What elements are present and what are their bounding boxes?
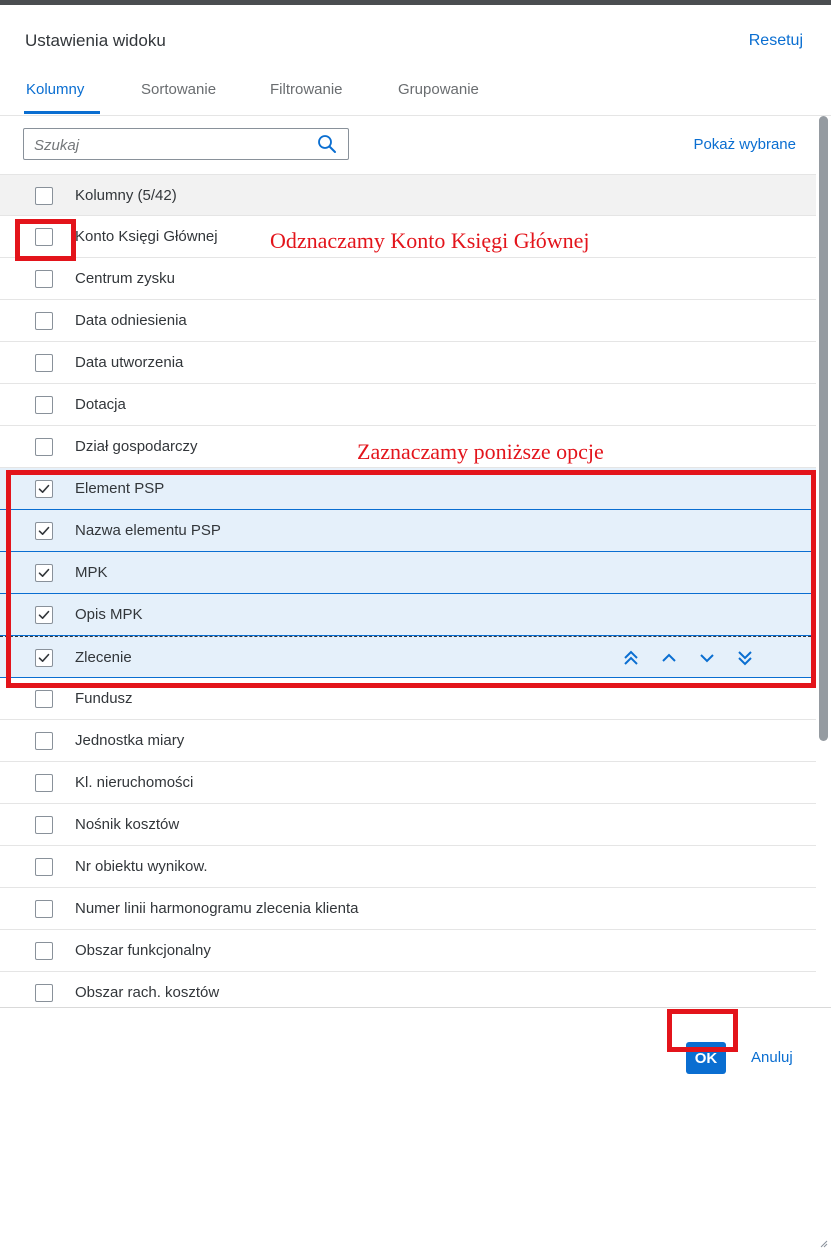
column-label: Centrum zysku	[75, 270, 176, 287]
list-item[interactable]: Nośnik kosztów	[0, 804, 816, 846]
column-label: Nazwa elementu PSP	[75, 522, 221, 539]
tab-sorting[interactable]: Sortowanie	[141, 81, 216, 98]
column-label: Obszar rach. kosztów	[75, 984, 220, 1001]
column-label: Obszar funkcjonalny	[75, 942, 211, 959]
tab-grouping[interactable]: Grupowanie	[398, 81, 479, 98]
move-down-icon[interactable]	[696, 647, 718, 669]
column-label: Numer linii harmonogramu zlecenia klient…	[75, 900, 359, 917]
column-checkbox[interactable]	[35, 354, 53, 372]
list-item[interactable]: Fundusz	[0, 678, 816, 720]
search-field[interactable]	[23, 128, 349, 160]
annotation-uncheck-note: Odznaczamy Konto Księgi Głównej	[270, 228, 590, 253]
columns-header-row: Kolumny (5/42)	[0, 174, 816, 216]
search-input[interactable]	[34, 135, 304, 155]
columns-header-label: Kolumny (5/42)	[75, 187, 177, 204]
column-checkbox[interactable]	[35, 270, 53, 288]
column-checkbox[interactable]	[35, 396, 53, 414]
scrollbar-thumb[interactable]	[819, 116, 828, 741]
move-to-top-icon[interactable]	[620, 647, 642, 669]
list-item[interactable]: Nazwa elementu PSP	[0, 510, 816, 552]
column-checkbox[interactable]	[35, 564, 53, 582]
column-label: Data odniesienia	[75, 312, 187, 329]
list-item[interactable]: Zlecenie	[0, 636, 816, 678]
column-label: Konto Księgi Głównej	[75, 228, 218, 245]
reset-button[interactable]: Resetuj	[749, 32, 803, 50]
search-toolbar: Pokaż wybrane	[0, 116, 816, 174]
column-label: Element PSP	[75, 480, 165, 497]
column-checkbox[interactable]	[35, 480, 53, 498]
list-item[interactable]: Obszar funkcjonalny	[0, 930, 816, 972]
select-all-checkbox[interactable]	[35, 187, 53, 205]
list-item[interactable]: MPK	[0, 552, 816, 594]
column-checkbox[interactable]	[35, 942, 53, 960]
column-label: Dział gospodarczy	[75, 438, 198, 455]
vertical-scrollbar[interactable]	[818, 116, 831, 1004]
list-item[interactable]: Data odniesienia	[0, 300, 816, 342]
list-item[interactable]: Jednostka miary	[0, 720, 816, 762]
ok-button[interactable]: OK	[686, 1042, 726, 1074]
annotation-check-note: Zaznaczamy poniższe opcje	[357, 439, 604, 464]
resize-grip-icon[interactable]	[820, 1240, 828, 1248]
column-checkbox[interactable]	[35, 606, 53, 624]
column-label: Opis MPK	[75, 606, 143, 623]
column-label: Nośnik kosztów	[75, 816, 180, 833]
column-checkbox[interactable]	[35, 984, 53, 1002]
column-checkbox[interactable]	[35, 649, 53, 667]
column-checkbox[interactable]	[35, 774, 53, 792]
move-up-icon[interactable]	[658, 647, 680, 669]
column-label: Kl. nieruchomości	[75, 774, 194, 791]
list-item[interactable]: Centrum zysku	[0, 258, 816, 300]
column-label: Jednostka miary	[75, 732, 185, 749]
dialog-title: Ustawienia widoku	[25, 31, 166, 50]
column-checkbox[interactable]	[35, 900, 53, 918]
list-item[interactable]: Obszar rach. kosztów	[0, 972, 816, 1004]
list-item[interactable]: Opis MPK	[0, 594, 816, 636]
tab-columns[interactable]: Kolumny	[26, 81, 84, 98]
column-checkbox[interactable]	[35, 438, 53, 456]
column-checkbox[interactable]	[35, 690, 53, 708]
list-item[interactable]: Nr obiektu wynikow.	[0, 846, 816, 888]
list-item[interactable]: Element PSP	[0, 468, 816, 510]
dialog-footer: OK Anuluj	[0, 1007, 831, 1253]
column-checkbox[interactable]	[35, 228, 53, 246]
column-checkbox[interactable]	[35, 816, 53, 834]
column-label: MPK	[75, 564, 108, 581]
dialog-header: Ustawienia widoku Resetuj	[0, 5, 831, 69]
column-label: Fundusz	[75, 690, 133, 707]
search-icon[interactable]	[316, 133, 338, 155]
column-checkbox[interactable]	[35, 522, 53, 540]
show-selected-link[interactable]: Pokaż wybrane	[693, 136, 796, 153]
tab-bar: Kolumny Sortowanie Filtrowanie Grupowani…	[0, 69, 831, 116]
list-item[interactable]: Dotacja	[0, 384, 816, 426]
tab-filtering[interactable]: Filtrowanie	[270, 81, 343, 98]
list-item[interactable]: Numer linii harmonogramu zlecenia klient…	[0, 888, 816, 930]
column-checkbox[interactable]	[35, 312, 53, 330]
list-item[interactable]: Data utworzenia	[0, 342, 816, 384]
column-label: Dotacja	[75, 396, 126, 413]
column-checkbox[interactable]	[35, 732, 53, 750]
column-label: Data utworzenia	[75, 354, 184, 371]
list-item[interactable]: Kl. nieruchomości	[0, 762, 816, 804]
cancel-button[interactable]: Anuluj	[751, 1049, 793, 1066]
column-label: Nr obiektu wynikow.	[75, 858, 208, 875]
move-to-bottom-icon[interactable]	[734, 647, 756, 669]
column-checkbox[interactable]	[35, 858, 53, 876]
active-tab-indicator	[24, 111, 100, 114]
column-label: Zlecenie	[75, 649, 132, 666]
